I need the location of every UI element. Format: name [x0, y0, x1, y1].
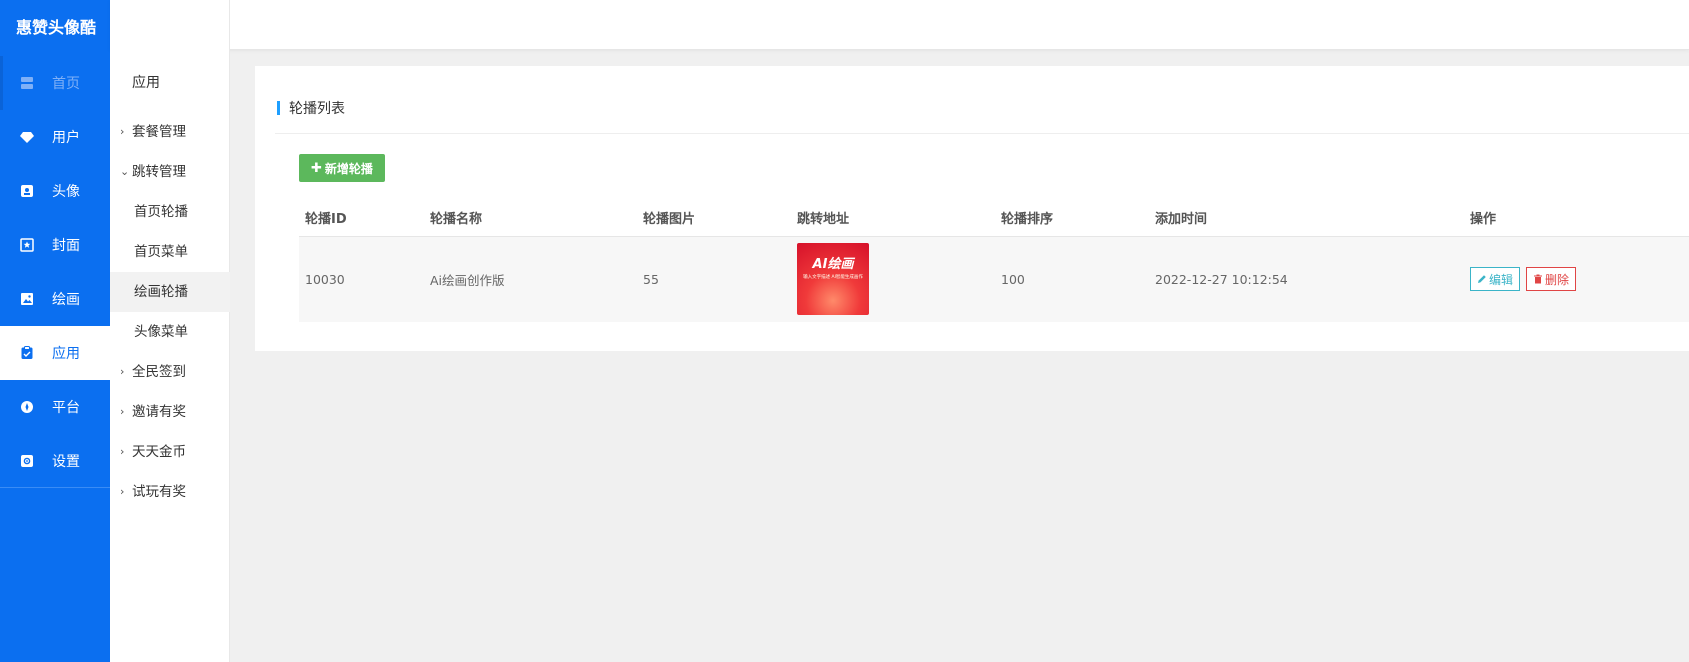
table-header-row: 轮播ID 轮播名称 轮播图片 跳转地址 轮播排序 添加时间 操作: [299, 200, 1689, 237]
nav-item-home[interactable]: 首页: [0, 56, 110, 110]
submenu-label: 试玩有奖: [132, 484, 186, 500]
panel-divider: [275, 133, 1689, 134]
edit-button[interactable]: 编辑: [1470, 267, 1521, 292]
nav-item-settings[interactable]: 设置: [0, 434, 110, 488]
nav-label: 绘画: [52, 292, 80, 308]
carousel-table: 轮播ID 轮播名称 轮播图片 跳转地址 轮播排序 添加时间 操作 10030 A…: [299, 200, 1689, 322]
chevron-right-icon: ›: [120, 125, 125, 138]
main-nav: 首页 用户 头像 封面 绘画 应用 平台 设置: [0, 56, 110, 488]
panel-header: 轮播列表: [277, 98, 345, 118]
nav-label: 用户: [52, 130, 80, 146]
chevron-right-icon: ›: [120, 485, 125, 498]
nav-label: 首页: [52, 76, 80, 92]
nav-label: 应用: [52, 346, 80, 362]
nav-item-apps[interactable]: 应用: [0, 326, 110, 380]
cell-image-value: 55: [637, 236, 791, 322]
chevron-right-icon: ›: [120, 365, 125, 378]
submenu-item-home-menu[interactable]: 首页菜单: [110, 232, 230, 272]
carousel-panel: 轮播列表 ✚ 新增轮播 轮播ID 轮播名称 轮播图片 跳转地址 轮播排序 添加时…: [255, 66, 1689, 351]
submenu-title: 应用: [132, 75, 160, 91]
submenu-item-daily-coins[interactable]: › 天天金币: [110, 432, 230, 472]
submenu-label: 跳转管理: [132, 164, 186, 180]
gear-icon: [20, 454, 34, 468]
column-header: 轮播图片: [637, 200, 791, 237]
cell-id: 10030: [299, 236, 424, 322]
submenu-item-checkin[interactable]: › 全民签到: [110, 352, 230, 392]
carousel-thumbnail[interactable]: AI绘画 输入文字描述 AI智能生成画作: [797, 243, 869, 316]
submenu-item-trial-reward[interactable]: › 试玩有奖: [110, 472, 230, 512]
cell-time: 2022-12-27 10:12:54: [1149, 236, 1464, 322]
compass-icon: [20, 400, 34, 414]
trash-icon: [1534, 274, 1542, 284]
panel-title: 轮播列表: [289, 101, 345, 117]
nav-item-platform[interactable]: 平台: [0, 380, 110, 434]
column-header: 添加时间: [1149, 200, 1464, 237]
cell-name: Ai绘画创作版: [424, 236, 637, 322]
thumbnail-title: AI绘画: [812, 257, 854, 273]
star-frame-icon: [20, 238, 34, 252]
nav-label: 封面: [52, 238, 80, 254]
thumbnail-caption: 输入文字描述 AI智能生成画作: [803, 275, 863, 281]
submenu-list: › 套餐管理 ⌄ 跳转管理 首页轮播 首页菜单 绘画轮播 头像菜单 › 全民签到…: [110, 112, 230, 512]
sidebar-divider: [0, 487, 110, 488]
sub-sidebar: 应用 › 套餐管理 ⌄ 跳转管理 首页轮播 首页菜单 绘画轮播 头像菜单 › 全…: [110, 0, 230, 662]
cell-jump-url: AI绘画 输入文字描述 AI智能生成画作: [791, 236, 995, 322]
server-icon: [20, 76, 34, 90]
image-icon: [20, 292, 34, 306]
submenu-item-avatar-menu[interactable]: 头像菜单: [110, 312, 230, 352]
edit-label: 编辑: [1489, 272, 1514, 287]
plus-icon: ✚: [311, 160, 322, 176]
chevron-right-icon: ›: [120, 405, 125, 418]
submenu-item-package[interactable]: › 套餐管理: [110, 112, 230, 152]
delete-label: 删除: [1545, 272, 1570, 287]
submenu-label: 全民签到: [132, 364, 186, 380]
portrait-icon: [20, 184, 34, 198]
title-accent-bar: [277, 101, 280, 115]
column-header: 轮播排序: [995, 200, 1149, 237]
clipboard-icon: [20, 346, 34, 360]
main-sidebar: 惠赞头像酷 首页 用户 头像 封面 绘画 应用 平台 设置: [0, 0, 110, 662]
brand-title: 惠赞头像酷: [16, 18, 97, 37]
nav-label: 平台: [52, 400, 80, 416]
diamond-icon: [20, 130, 34, 144]
column-header: 轮播ID: [299, 200, 424, 237]
nav-item-cover[interactable]: 封面: [0, 218, 110, 272]
pencil-icon: [1478, 275, 1486, 284]
submenu-item-drawing-carousel[interactable]: 绘画轮播: [110, 272, 230, 312]
chevron-right-icon: ›: [120, 445, 125, 458]
top-toolbar: [110, 0, 1689, 50]
table-row: 10030 Ai绘画创作版 55 AI绘画 输入文字描述 AI智能生成画作 10…: [299, 236, 1689, 322]
nav-label: 头像: [52, 184, 80, 200]
delete-button[interactable]: 删除: [1526, 267, 1577, 292]
submenu-label: 首页菜单: [134, 244, 188, 260]
add-carousel-button[interactable]: ✚ 新增轮播: [299, 154, 385, 182]
submenu-label: 天天金币: [132, 444, 186, 460]
submenu-item-jump[interactable]: ⌄ 跳转管理: [110, 152, 230, 192]
submenu-label: 首页轮播: [134, 204, 188, 220]
nav-label: 设置: [52, 454, 80, 470]
column-header: 跳转地址: [791, 200, 995, 237]
submenu-label: 头像菜单: [134, 324, 188, 340]
submenu-item-home-carousel[interactable]: 首页轮播: [110, 192, 230, 232]
submenu-label: 套餐管理: [132, 124, 186, 140]
column-header: 轮播名称: [424, 200, 637, 237]
add-carousel-label: 新增轮播: [324, 161, 373, 176]
cell-sort: 100: [995, 236, 1149, 322]
chevron-down-icon: ⌄: [120, 165, 130, 178]
column-header: 操作: [1464, 200, 1689, 237]
submenu-label: 邀请有奖: [132, 404, 186, 420]
nav-item-users[interactable]: 用户: [0, 110, 110, 164]
submenu-label: 绘画轮播: [134, 284, 188, 300]
nav-item-drawing[interactable]: 绘画: [0, 272, 110, 326]
submenu-item-invite[interactable]: › 邀请有奖: [110, 392, 230, 432]
nav-item-avatar[interactable]: 头像: [0, 164, 110, 218]
cell-actions: 编辑 删除: [1464, 236, 1689, 322]
